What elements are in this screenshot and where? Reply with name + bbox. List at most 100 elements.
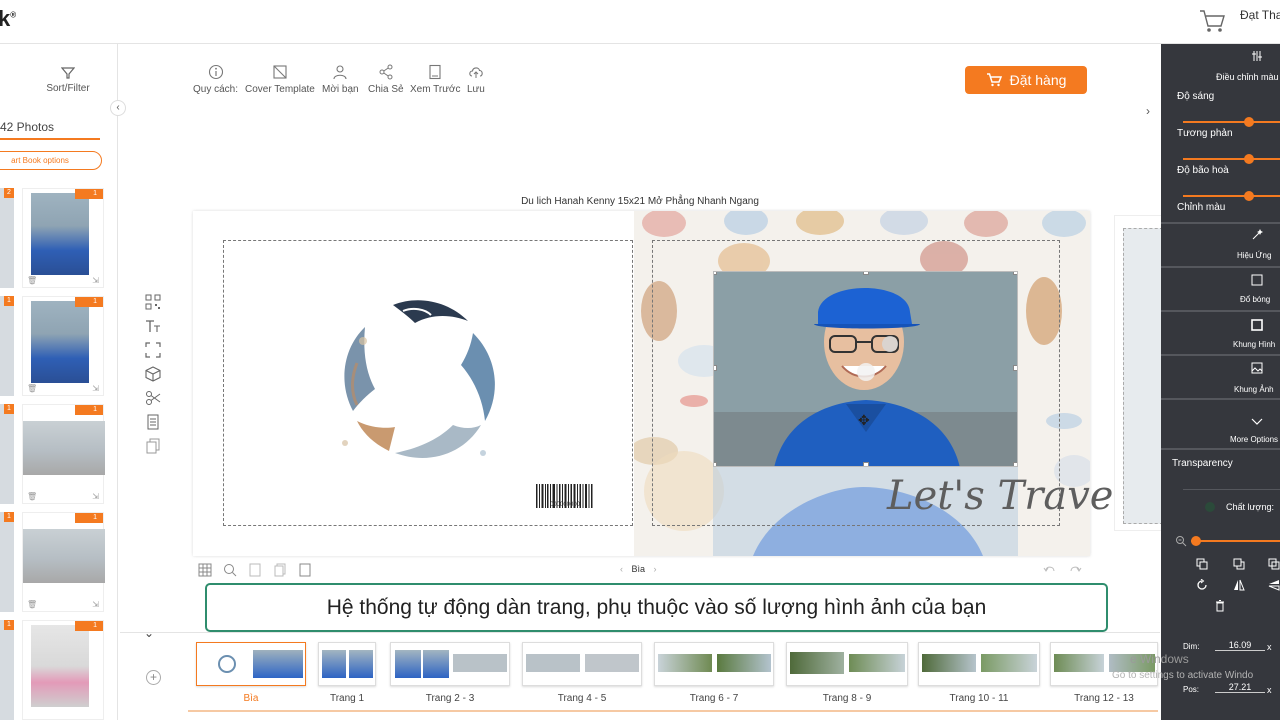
photo-thumb-partial[interactable]: 2	[0, 188, 14, 288]
contrast-slider[interactable]	[1183, 158, 1280, 160]
page-thumb-10-11[interactable]	[918, 642, 1040, 686]
add-photo-icon[interactable]: ⇲	[92, 276, 99, 285]
page-icon[interactable]	[145, 414, 161, 430]
page-label[interactable]: Bìa	[196, 693, 306, 704]
dim-input[interactable]: 16.09	[1215, 640, 1265, 651]
copy-icon[interactable]	[145, 438, 161, 454]
more-options-section[interactable]: More Options	[1161, 400, 1280, 450]
pos-input[interactable]: 27.21	[1215, 682, 1265, 693]
page-thumb-1[interactable]	[318, 642, 376, 686]
cover-title-text[interactable]: Let's Travel	[887, 473, 1126, 519]
add-photo-icon[interactable]: ⇲	[92, 492, 99, 501]
delete-icon[interactable]: 🗑	[27, 492, 37, 501]
photo-thumb[interactable]: 1 🗑 ⇲	[22, 404, 105, 504]
qr-icon[interactable]	[145, 294, 161, 310]
delete-icon[interactable]: 🗑	[27, 600, 37, 609]
add-photo-icon[interactable]: ⇲	[92, 600, 99, 609]
page-thumb-4-5[interactable]	[522, 642, 642, 686]
square-icon[interactable]	[298, 563, 312, 577]
logo[interactable]: k®	[0, 6, 16, 32]
page-thumb-2-3[interactable]	[390, 642, 510, 686]
zoom-out-icon[interactable]	[1175, 535, 1187, 547]
duplicate-icon[interactable]	[1268, 558, 1280, 570]
photo-thumb[interactable]: 1 🗑 ⇲	[22, 296, 104, 396]
scissors-icon[interactable]	[145, 390, 161, 406]
rotate-icon[interactable]	[1196, 579, 1208, 591]
bring-forward-icon[interactable]	[1196, 558, 1208, 570]
cover-template-button[interactable]: Cover Template	[245, 64, 315, 95]
add-photo-icon[interactable]: ⇲	[92, 384, 99, 393]
photo-thumb[interactable]: 1 🗑 ⇲	[22, 512, 105, 612]
photo-thumb-partial[interactable]: 1	[0, 620, 14, 720]
zoom-slider[interactable]	[1191, 540, 1280, 542]
saturation-knob[interactable]	[1244, 191, 1254, 201]
next-arrow-icon[interactable]: ›	[1146, 104, 1150, 118]
delete-icon[interactable]: 🗑	[27, 276, 37, 285]
user-name[interactable]: Đạt Tha	[1240, 8, 1280, 22]
transparency-slider[interactable]	[1183, 489, 1280, 490]
collapse-left-panel-button[interactable]: ‹	[110, 100, 126, 116]
crop-icon[interactable]	[145, 342, 161, 358]
more-options-label: More Options	[1230, 435, 1279, 444]
flip-icon[interactable]	[1233, 579, 1245, 591]
photo-thumb-partial[interactable]: 1	[0, 404, 14, 504]
page-label[interactable]: Trang 4 - 5	[522, 693, 642, 704]
smart-book-options-button[interactable]: art Book options	[0, 151, 102, 170]
prev-page-icon[interactable]: ‹	[620, 564, 623, 574]
effects-section[interactable]: Hiệu Ứng	[1161, 224, 1280, 268]
strip-scrollbar[interactable]	[188, 710, 1158, 712]
trash-icon[interactable]	[1214, 600, 1226, 612]
page-label[interactable]: Trang 1	[318, 693, 376, 704]
page-label[interactable]: Trang 10 - 11	[918, 693, 1040, 704]
redo-icon[interactable]	[1068, 563, 1082, 577]
brightness-slider[interactable]	[1183, 121, 1280, 123]
brightness-knob[interactable]	[1244, 117, 1254, 127]
text-icon[interactable]	[145, 318, 161, 334]
photo-library-panel: Sort/Filter 42 Photos art Book options 2…	[0, 44, 118, 720]
page-label[interactable]: Trang 12 - 13	[1050, 693, 1158, 704]
order-button[interactable]: Đặt hàng	[965, 66, 1087, 94]
grid-icon[interactable]	[198, 563, 212, 577]
collapse-strip-icon[interactable]: ⌄	[144, 626, 154, 640]
add-page-button[interactable]: +	[146, 670, 161, 685]
copy-icon[interactable]	[273, 563, 287, 577]
photo-badge: 2	[4, 188, 14, 198]
contrast-knob[interactable]	[1244, 154, 1254, 164]
share-button[interactable]: Chia Sẻ	[368, 64, 404, 95]
photo-thumb-partial[interactable]: 1	[0, 296, 14, 396]
frame-section[interactable]: Khung Hình	[1161, 312, 1280, 356]
save-button[interactable]: Lưu	[467, 64, 485, 95]
cube-icon[interactable]	[145, 366, 161, 382]
page-thumb-cover[interactable]	[196, 642, 306, 686]
undo-icon[interactable]	[1043, 563, 1057, 577]
pos-label: Pos:	[1183, 685, 1200, 694]
photo-thumb[interactable]: 1 🗑 ⇲	[22, 188, 104, 288]
page-label[interactable]: Trang 2 - 3	[390, 693, 510, 704]
photo-use-count-badge: 1	[75, 189, 103, 199]
photo-frame-section[interactable]: Khung Ảnh	[1161, 356, 1280, 400]
spec-button[interactable]: Quy cách:	[193, 64, 238, 95]
preview-button[interactable]: Xem Trước	[410, 64, 460, 95]
cart-icon[interactable]	[1198, 8, 1226, 34]
delete-icon[interactable]: 🗑	[27, 384, 37, 393]
sort-filter-button[interactable]: Sort/Filter	[40, 66, 96, 94]
page-thumb-8-9[interactable]	[786, 642, 908, 686]
page-thumb-image	[395, 650, 421, 678]
page-label[interactable]: Trang 8 - 9	[786, 693, 908, 704]
flip-vertical-icon[interactable]	[1268, 579, 1280, 591]
photo-thumb[interactable]: 1	[22, 620, 104, 720]
page-icon[interactable]	[248, 563, 262, 577]
next-page-icon[interactable]: ›	[654, 564, 657, 574]
shadow-section[interactable]: Đổ bóng	[1161, 268, 1280, 312]
photo-image	[31, 301, 89, 383]
invite-button[interactable]: Mời bạn	[322, 64, 359, 95]
saturation-slider[interactable]	[1183, 195, 1280, 197]
photo-thumb-partial[interactable]: 1	[0, 512, 14, 612]
page-label[interactable]: Trang 6 - 7	[654, 693, 774, 704]
send-backward-icon[interactable]	[1233, 558, 1245, 570]
zoom-knob[interactable]	[1191, 536, 1201, 546]
zoom-icon[interactable]	[223, 563, 237, 577]
dim-label: Dim:	[1183, 642, 1200, 651]
next-spread-preview[interactable]	[1114, 215, 1163, 531]
page-thumb-6-7[interactable]	[654, 642, 774, 686]
